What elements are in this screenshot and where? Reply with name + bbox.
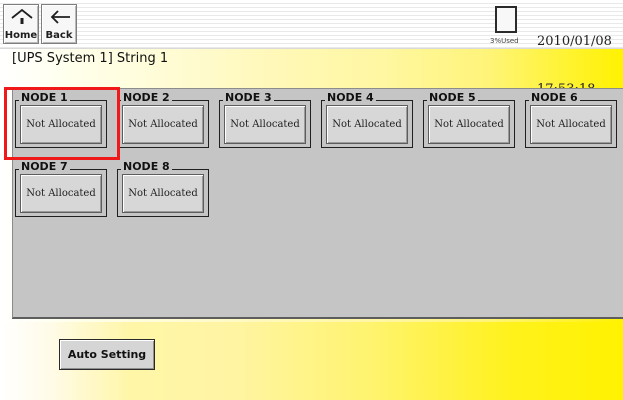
node-label: NODE 8 bbox=[121, 160, 172, 173]
node-label: NODE 1 bbox=[19, 91, 70, 104]
home-button[interactable]: Home bbox=[3, 4, 39, 44]
node-7-button[interactable]: Not Allocated bbox=[20, 174, 102, 213]
node-3-button[interactable]: Not Allocated bbox=[224, 105, 306, 144]
node-1-button[interactable]: Not Allocated bbox=[20, 105, 102, 144]
node-8-button[interactable]: Not Allocated bbox=[122, 174, 204, 213]
home-icon bbox=[11, 8, 33, 24]
node-label: NODE 4 bbox=[325, 91, 376, 104]
node-5-button[interactable]: Not Allocated bbox=[428, 105, 510, 144]
node-group-1: NODE 1 Not Allocated bbox=[13, 92, 109, 152]
node-group-6: NODE 6 Not Allocated bbox=[523, 92, 619, 152]
node-group-2: NODE 2 Not Allocated bbox=[115, 92, 211, 152]
home-label: Home bbox=[4, 30, 38, 41]
node-label: NODE 5 bbox=[427, 91, 478, 104]
node-group-7: NODE 7 Not Allocated bbox=[13, 161, 109, 221]
node-panel: NODE 1 Not Allocated NODE 2 Not Allocate… bbox=[12, 88, 623, 319]
node-group-4: NODE 4 Not Allocated bbox=[319, 92, 415, 152]
back-button[interactable]: Back bbox=[41, 4, 77, 44]
top-bar: Home Back 3%Used 2010/01/08 17:53:18 bbox=[0, 0, 623, 97]
node-group-8: NODE 8 Not Allocated bbox=[115, 161, 211, 221]
auto-setting-button[interactable]: Auto Setting bbox=[59, 339, 155, 370]
node-label: NODE 3 bbox=[223, 91, 274, 104]
storage-usage-label: 3%Used bbox=[490, 37, 519, 45]
date-text: 2010/01/08 bbox=[537, 34, 612, 49]
node-6-button[interactable]: Not Allocated bbox=[530, 105, 612, 144]
node-group-5: NODE 5 Not Allocated bbox=[421, 92, 517, 152]
storage-icon bbox=[495, 6, 517, 33]
arrow-left-icon bbox=[50, 10, 70, 24]
back-label: Back bbox=[45, 30, 73, 41]
node-4-button[interactable]: Not Allocated bbox=[326, 105, 408, 144]
node-label: NODE 7 bbox=[19, 160, 70, 173]
storage-status: 3%Used bbox=[490, 4, 521, 46]
node-label: NODE 6 bbox=[529, 91, 580, 104]
page-title: [UPS System 1] String 1 bbox=[12, 51, 169, 66]
node-2-button[interactable]: Not Allocated bbox=[122, 105, 204, 144]
node-label: NODE 2 bbox=[121, 91, 172, 104]
node-group-3: NODE 3 Not Allocated bbox=[217, 92, 313, 152]
